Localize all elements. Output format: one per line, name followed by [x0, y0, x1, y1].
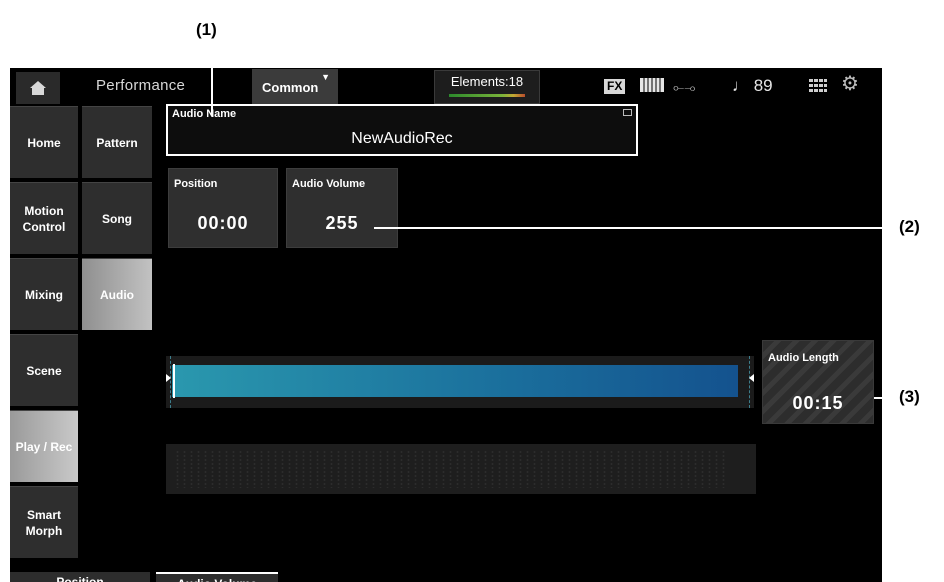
start-guide	[170, 356, 171, 408]
nav-mixing[interactable]: Mixing	[10, 258, 78, 330]
elements-label: Elements:18	[450, 74, 524, 89]
start-marker-icon[interactable]	[166, 374, 171, 382]
leader-line-1	[211, 44, 213, 116]
nav-home[interactable]: Home	[10, 106, 78, 178]
nav-motion-control[interactable]: Motion Control	[10, 182, 78, 254]
audio-length-label: Audio Length	[768, 352, 839, 364]
common-label: Common	[262, 80, 319, 95]
timeline-grid	[166, 444, 756, 494]
bottom-tabs: Position Audio Volume	[10, 572, 882, 582]
audio-length-box: Audio Length 00:15	[762, 340, 874, 424]
keyboard-icon[interactable]	[640, 78, 664, 92]
position-value: 00:00	[197, 213, 249, 233]
common-dropdown[interactable]: Common ▼	[252, 69, 338, 105]
nav-pattern[interactable]: Pattern	[82, 106, 152, 178]
page-title: Performance	[96, 77, 186, 94]
audio-volume-value: 255	[325, 213, 359, 233]
end-guide	[749, 356, 750, 408]
audio-name-value: NewAudioRec	[351, 130, 453, 147]
audio-waveform[interactable]	[166, 356, 754, 408]
callout-2: (2)	[899, 217, 920, 236]
top-bar: Performance Common ▼ Elements:18 FX ⟜⊸ ♩…	[10, 68, 882, 106]
playhead-marker[interactable]	[173, 364, 175, 398]
grid-icon[interactable]	[809, 79, 827, 93]
nav-song[interactable]: Song	[82, 182, 152, 254]
callout-3: (3)	[899, 387, 920, 406]
audio-name-field[interactable]: Audio Name NewAudioRec	[166, 104, 638, 156]
leader-line-2	[374, 227, 895, 229]
audio-volume-box[interactable]: Audio Volume 255	[286, 168, 398, 248]
nav-audio[interactable]: Audio	[82, 258, 152, 330]
nav-scene[interactable]: Scene	[10, 334, 78, 406]
synth-screen: Performance Common ▼ Elements:18 FX ⟜⊸ ♩…	[10, 68, 882, 582]
home-button[interactable]	[16, 72, 60, 104]
waveform-bar	[172, 365, 738, 397]
nav-play-rec[interactable]: Play / Rec	[10, 410, 78, 482]
audio-name-label: Audio Name	[172, 108, 237, 120]
level-meter	[449, 94, 525, 97]
dropdown-caret-icon: ▼	[321, 72, 330, 82]
audio-length-value: 00:15	[792, 393, 844, 413]
callout-1: (1)	[196, 20, 217, 39]
leader-line-3	[874, 397, 895, 399]
tempo-display[interactable]: ♩ 89	[732, 76, 773, 96]
nav-smart-morph[interactable]: Smart Morph	[10, 486, 78, 558]
text-edit-icon	[623, 109, 632, 116]
gear-icon[interactable]: ⚙	[841, 74, 859, 94]
audio-volume-label: Audio Volume	[292, 178, 366, 190]
position-box[interactable]: Position 00:00	[168, 168, 278, 248]
position-label: Position	[174, 178, 218, 190]
tab-audio-volume[interactable]: Audio Volume	[156, 572, 278, 582]
fx-icon[interactable]: FX	[604, 79, 626, 94]
usb-icon: ⟜⊸	[673, 79, 696, 95]
timeline-dots	[174, 450, 728, 488]
elements-indicator[interactable]: Elements:18	[434, 70, 540, 104]
end-marker-icon[interactable]	[749, 374, 754, 382]
home-icon	[30, 81, 46, 95]
tab-position[interactable]: Position	[10, 572, 150, 582]
